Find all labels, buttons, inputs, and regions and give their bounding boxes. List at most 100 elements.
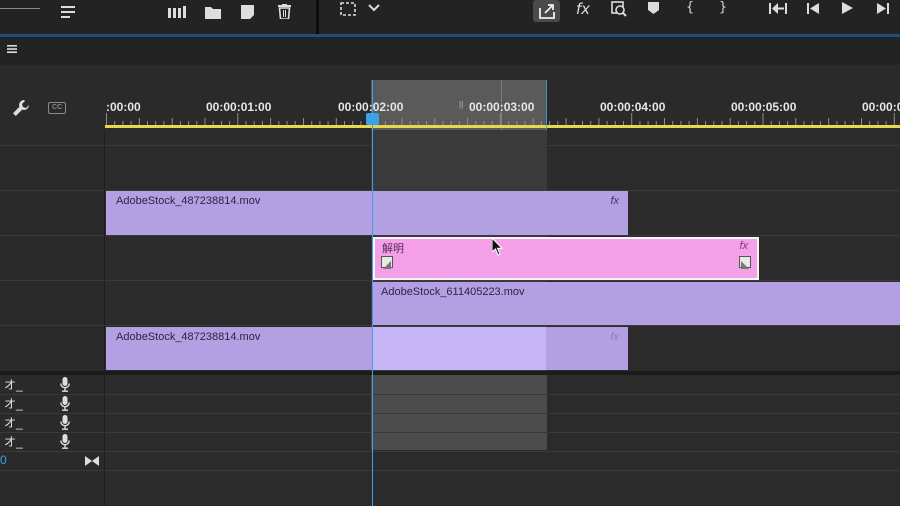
- marker-icon[interactable]: [644, 0, 662, 16]
- microphone-icon[interactable]: [58, 414, 72, 430]
- ruler-tick: [762, 113, 764, 125]
- chevron-down-icon[interactable]: [366, 0, 382, 16]
- audio-track-header[interactable]: オ_: [0, 394, 105, 413]
- premiere-timeline-panel: fx { } CC ||:00:00 00:00:01:00 00:00:02…: [0, 0, 900, 506]
- clip-name: AdobeStock_487238814.mov: [116, 195, 261, 207]
- track-divider: [0, 394, 900, 395]
- ruler-tick: [434, 118, 436, 125]
- track-divider: [0, 325, 900, 326]
- work-area-audio-region: [371, 373, 547, 450]
- slider-track[interactable]: [0, 8, 40, 9]
- timecode-label: 00:00:02:00: [338, 100, 404, 114]
- keyframe-in-icon[interactable]: [381, 256, 393, 269]
- timecode-label: 00:00:01:00: [206, 100, 272, 114]
- microphone-icon[interactable]: [58, 433, 72, 449]
- playhead-handle[interactable]: [366, 113, 379, 125]
- timecode-label: :00:00: [106, 100, 141, 114]
- track-divider: [0, 145, 900, 146]
- timecode-label: 00:00:0: [862, 100, 900, 114]
- track-label: オ_: [4, 397, 23, 411]
- track-divider: [0, 470, 900, 471]
- track-divider: [0, 235, 900, 236]
- list-menu-icon[interactable]: [58, 2, 78, 22]
- master-volume-value[interactable]: 0: [0, 453, 7, 467]
- ruler-tick: [204, 118, 206, 125]
- ruler-tick: [106, 113, 107, 125]
- track-divider: [0, 413, 900, 414]
- fx-icon[interactable]: fx: [572, 0, 594, 18]
- go-to-in-icon[interactable]: [768, 0, 788, 16]
- ruler-tick: [171, 118, 173, 125]
- ruler-tick: [237, 113, 239, 125]
- clip-name: 解明: [382, 242, 404, 255]
- track-label: オ_: [4, 416, 23, 430]
- video-clip[interactable]: AdobeStock_487238814.mov fx: [106, 327, 628, 370]
- top-toolbar: fx { }: [0, 0, 900, 34]
- video-clip[interactable]: AdobeStock_611405223.mov: [373, 282, 900, 325]
- transition-clip[interactable]: 解明 fx: [373, 237, 759, 280]
- work-area-bar[interactable]: [105, 125, 900, 128]
- export-frame-button[interactable]: [533, 0, 560, 22]
- play-icon[interactable]: [838, 0, 856, 16]
- ruler-tick: [467, 118, 469, 125]
- ruler-tick: [664, 118, 665, 125]
- bin-view-icon[interactable]: [166, 2, 188, 22]
- ruler-tick: [828, 118, 830, 125]
- bowtie-icon[interactable]: [84, 455, 100, 467]
- timeline-header: [0, 37, 900, 65]
- timecode-label: 00:00:03:00: [469, 100, 535, 114]
- ruler-tick: [138, 118, 140, 125]
- zoom-clip-icon[interactable]: [608, 0, 630, 18]
- panel-menu-icon[interactable]: [6, 43, 18, 55]
- ruler-tick: [598, 118, 600, 125]
- step-forward-icon[interactable]: [874, 0, 892, 16]
- safe-margins-icon[interactable]: [338, 0, 358, 18]
- video-clip[interactable]: AdobeStock_487238814.mov fx: [106, 191, 628, 235]
- ruler-tick: [893, 113, 895, 125]
- ruler-tick: [303, 118, 304, 125]
- ruler-tick: [861, 118, 862, 125]
- timecode-label: 00:00:05:00: [731, 100, 797, 114]
- fx-badge: fx: [610, 195, 619, 207]
- new-item-icon[interactable]: [236, 2, 258, 22]
- audio-track-header[interactable]: オ_: [0, 375, 105, 394]
- ruler-tick: [335, 118, 337, 125]
- clip-name: AdobeStock_611405223.mov: [381, 286, 525, 298]
- clip-name: AdobeStock_487238814.mov: [116, 331, 261, 343]
- captions-icon[interactable]: CC: [48, 102, 66, 114]
- mouse-cursor-icon: [491, 236, 504, 256]
- ruler-tick: [532, 118, 534, 125]
- ruler-tick: [631, 113, 633, 125]
- export-frame-icon: [538, 3, 555, 19]
- microphone-icon[interactable]: [58, 395, 72, 411]
- ruler-tick: [729, 118, 731, 125]
- fx-badge: fx: [610, 331, 619, 343]
- track-label: オ_: [4, 378, 23, 392]
- trash-icon[interactable]: [273, 1, 295, 21]
- work-area-grip[interactable]: ||: [459, 100, 463, 109]
- track-divider: [0, 280, 900, 281]
- video-audio-divider: [0, 371, 900, 375]
- track-divider: [0, 451, 900, 452]
- microphone-icon[interactable]: [58, 376, 72, 392]
- track-divider: [0, 432, 900, 433]
- keyframe-out-icon[interactable]: [739, 256, 751, 269]
- playhead-line[interactable]: [372, 80, 373, 506]
- folder-icon[interactable]: [202, 2, 224, 22]
- clip-selection-highlight: [373, 327, 546, 370]
- wrench-icon[interactable]: [10, 97, 32, 119]
- audio-track-header[interactable]: オ_: [0, 413, 105, 432]
- fx-badge: fx: [739, 240, 748, 252]
- track-label: オ_: [4, 435, 23, 449]
- mark-in-icon[interactable]: {: [682, 0, 698, 16]
- ruler-tick: [795, 118, 797, 125]
- ruler-tick: [270, 118, 272, 125]
- step-back-icon[interactable]: [804, 0, 822, 16]
- panel-divider: [316, 0, 319, 34]
- ruler-tick: [565, 118, 567, 125]
- audio-track-header[interactable]: オ_: [0, 432, 105, 451]
- ruler-tick: [696, 118, 698, 125]
- time-ruler[interactable]: ||: [105, 65, 900, 130]
- master-track-header[interactable]: 0: [0, 452, 105, 471]
- mark-out-icon[interactable]: }: [715, 0, 731, 16]
